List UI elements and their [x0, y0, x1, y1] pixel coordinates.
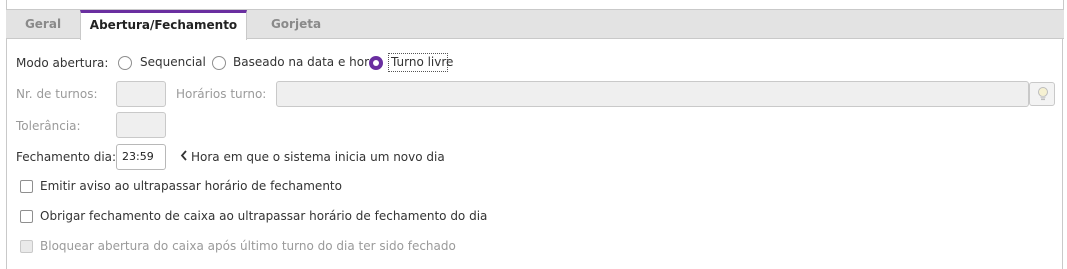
radio-baseado-data-hora[interactable]	[212, 56, 226, 70]
tolerancia-label: Tolerância:	[16, 119, 81, 133]
checkbox-emitir-aviso[interactable]	[20, 180, 33, 193]
nr-turnos-label: Nr. de turnos:	[16, 87, 98, 101]
radio-baseado-data-hora-label[interactable]: Baseado na data e hora	[233, 55, 376, 69]
top-strip	[0, 0, 1067, 9]
nr-turnos-input[interactable]	[116, 81, 166, 107]
panel-frame	[6, 9, 1063, 269]
modo-abertura-label: Modo abertura:	[16, 56, 109, 70]
tab-geral[interactable]: Geral	[6, 10, 80, 39]
chevron-left-icon	[180, 150, 188, 164]
fechamento-dia-label: Fechamento dia:	[16, 150, 117, 164]
divider	[1063, 0, 1064, 9]
checkbox-obrigar-fechamento[interactable]	[20, 210, 33, 223]
tab-abertura-fechamento[interactable]: Abertura/Fechamento	[80, 10, 247, 40]
fechamento-dia-hint: Hora em que o sistema inicia um novo dia	[191, 150, 445, 164]
radio-turno-livre[interactable]	[369, 56, 383, 70]
checkbox-bloquear-abertura-label: Bloquear abertura do caixa após último t…	[40, 239, 456, 253]
horarios-turno-input[interactable]	[276, 81, 1029, 107]
fechamento-dia-input[interactable]: 23:59	[116, 144, 166, 170]
lightbulb-icon	[1037, 86, 1049, 105]
radio-turno-livre-label[interactable]: Turno livre	[391, 55, 453, 69]
radio-sequencial-label[interactable]: Sequencial	[140, 55, 206, 69]
checkbox-emitir-aviso-label[interactable]: Emitir aviso ao ultrapassar horário de f…	[40, 179, 342, 193]
tolerancia-input[interactable]	[116, 112, 166, 138]
radio-sequencial[interactable]	[118, 56, 132, 70]
divider	[6, 0, 7, 9]
horarios-turno-label: Horários turno:	[176, 87, 267, 101]
tab-bar: Geral Abertura/Fechamento Gorjeta	[6, 9, 1064, 40]
checkbox-obrigar-fechamento-label[interactable]: Obrigar fechamento de caixa ao ultrapass…	[40, 209, 487, 223]
horarios-turno-button[interactable]	[1029, 82, 1055, 106]
checkbox-bloquear-abertura[interactable]	[20, 240, 33, 253]
tab-gorjeta[interactable]: Gorjeta	[247, 10, 345, 39]
